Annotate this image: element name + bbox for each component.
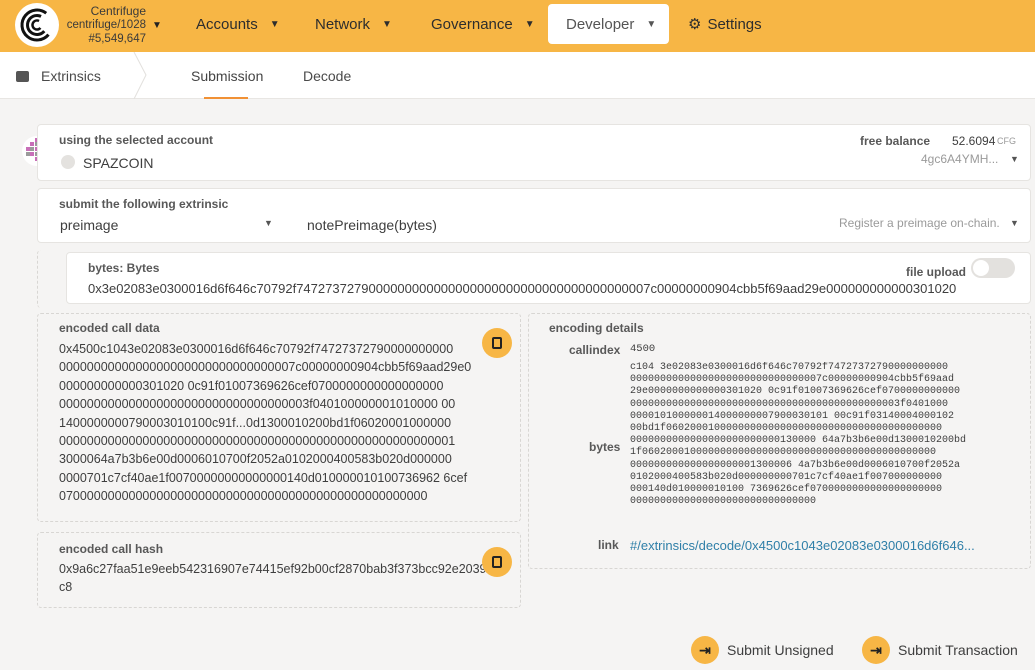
hex-line: 0000701c7cf40ae1f00700000000000000140d01…	[59, 470, 468, 485]
hex-line: 000000000000000000000000000000000003f040…	[59, 397, 456, 412]
breadcrumb-chevron-icon	[133, 52, 147, 99]
account-selector[interactable]: using the selected account SPAZCOIN free…	[37, 124, 1031, 181]
caret-down-icon[interactable]: ▼	[152, 20, 162, 31]
tab-extrinsics-section: Extrinsics	[16, 68, 101, 84]
hex-line: 1400000000790003010100c91f...0d130001020…	[59, 415, 452, 430]
caret-down-icon[interactable]: ▼	[264, 218, 273, 228]
extrinsic-label: submit the following extrinsic	[59, 197, 229, 211]
chain-block: #5,549,647	[88, 33, 146, 45]
extrinsic-selector: submit the following extrinsic preimage …	[37, 188, 1031, 243]
pallet-select[interactable]: preimage	[60, 217, 118, 233]
nav-settings[interactable]: ⚙ Settings	[688, 4, 762, 44]
hex-line: 00bd1f0602000100000000000000000000000000…	[630, 423, 943, 435]
hex-line: 000010100000014000000007900030101 00c91f…	[630, 410, 955, 422]
nav-developer-label: Developer	[566, 15, 635, 33]
hex-line: 1f06020001000000000000000000000000000000…	[630, 447, 937, 459]
bytes-label: bytes	[589, 440, 621, 454]
hex-line: 000000000000000000001300006 4a7b3b6e00d0…	[630, 459, 961, 471]
submit-transaction-button[interactable]: ⇥ Submit Transaction	[862, 634, 1018, 666]
extrinsics-icon	[16, 70, 29, 82]
sub-tabs-bar: Extrinsics Submission Decode	[0, 52, 1035, 99]
hex-line: 000000000000301020 0c91f01007369626cef07…	[59, 378, 444, 393]
caret-down-icon[interactable]: ▼	[1010, 218, 1019, 228]
file-upload-toggle[interactable]	[971, 258, 1015, 278]
encoding-details-label: encoding details	[549, 321, 644, 335]
nav-governance-label: Governance	[431, 15, 513, 33]
hex-line: 29e0000000000000301020 0c91f01007369626c…	[630, 386, 961, 398]
method-select[interactable]: notePreimage(bytes)	[307, 217, 437, 233]
callindex-label: callindex	[569, 343, 621, 357]
nav-settings-label: Settings	[707, 15, 762, 33]
link-label: link	[598, 538, 619, 552]
sign-in-icon: ⇥	[862, 636, 890, 664]
callindex-value: 4500	[630, 343, 656, 355]
encoded-call-hash-value[interactable]: 0x9a6c27faa51e9eeb542316907e74415ef92b00…	[59, 560, 489, 597]
file-upload-label: file upload	[906, 265, 966, 279]
bytes-param-label: bytes: Bytes	[88, 261, 160, 275]
hex-line: 0x4500c1043e02083e0300016d6f646c70792f74…	[59, 342, 454, 356]
active-tab-indicator	[204, 97, 248, 99]
bytes-param-field[interactable]: bytes: Bytes file upload 0x3e02083e03000…	[66, 252, 1031, 304]
free-balance-value: 52.6094	[952, 134, 996, 148]
bytes-param-input[interactable]: 0x3e02083e0300016d6f646c70792f7472737279…	[88, 281, 1018, 296]
hex-line: 0000000000000000000000000000000	[630, 496, 817, 508]
bytes-value: c104 3e02083e0300016d6f646c70792f7472737…	[630, 362, 1000, 508]
account-address: 4gc6A4YMH...	[921, 152, 999, 166]
copy-icon[interactable]	[482, 547, 512, 577]
sign-in-icon: ⇥	[691, 636, 719, 664]
hex-line: 00000000000000000000000000000007c0000000…	[630, 374, 955, 386]
nav-governance[interactable]: Governance ▼	[431, 4, 535, 44]
hex-line: 0000000000000000000000000130000 64a7b3b6…	[630, 435, 967, 447]
caret-down-icon: ▼	[382, 18, 392, 30]
hex-line: 0000000000000000000000000000000007c00000…	[59, 360, 472, 375]
nav-accounts[interactable]: Accounts ▼	[196, 4, 280, 44]
caret-down-icon: ▼	[646, 18, 657, 30]
centrifuge-logo-icon[interactable]	[15, 3, 59, 47]
copy-icon[interactable]	[482, 328, 512, 358]
gear-icon: ⚙	[688, 16, 702, 33]
nav-network-label: Network	[315, 15, 371, 33]
hex-line: 0000000000000000000000000000000000000000…	[59, 434, 456, 449]
encoding-details-panel: encoding details callindex 4500 bytes c1…	[528, 313, 1031, 569]
minus-circle-icon	[61, 155, 75, 169]
hex-line: 0700000000000000000000000000000000000000…	[59, 489, 428, 504]
hex-line: c104 3e02083e0300016d6f646c70792f7472737…	[630, 362, 949, 373]
free-balance-unit: CFG	[997, 136, 1016, 146]
encoded-call-data-label: encoded call data	[59, 321, 160, 335]
nav-developer[interactable]: Developer ▼	[548, 4, 669, 44]
encoded-call-data-panel: encoded call data 0x4500c1043e02083e0300…	[37, 313, 521, 522]
method-description: Register a preimage on-chain.	[839, 216, 1000, 230]
encoded-call-hash-label: encoded call hash	[59, 542, 164, 556]
nav-accounts-label: Accounts	[196, 15, 258, 33]
top-navbar: Centrifuge centrifuge/1028 #5,549,647 ▼ …	[0, 0, 1035, 52]
section-title: Extrinsics	[41, 68, 101, 84]
hex-line: 000140d010000010100 7369626cef0700000000…	[630, 484, 943, 496]
encoded-call-data-value[interactable]: 0x4500c1043e02083e0300016d6f646c70792f74…	[59, 340, 489, 506]
decode-link[interactable]: #/extrinsics/decode/0x4500c1043e02083e03…	[630, 538, 975, 553]
chain-spec: centrifuge/1028	[66, 19, 146, 31]
caret-down-icon: ▼	[524, 18, 535, 30]
submit-unsigned-label: Submit Unsigned	[727, 642, 834, 658]
tab-submission[interactable]: Submission	[191, 68, 263, 84]
tab-decode[interactable]: Decode	[303, 68, 351, 84]
account-name: SPAZCOIN	[83, 155, 154, 171]
hex-line: 0000000000000000000000000000000000000000…	[630, 398, 949, 410]
nav-network[interactable]: Network ▼	[315, 4, 392, 44]
submit-transaction-label: Submit Transaction	[898, 642, 1018, 658]
toggle-knob	[973, 260, 989, 276]
encoded-call-hash-panel: encoded call hash 0x9a6c27faa51e9eeb5423…	[37, 532, 521, 608]
chain-info[interactable]: Centrifuge centrifuge/1028 #5,549,647	[64, 4, 146, 46]
hex-line: 0102000400583b020d000000000701c7cf40ae1f…	[630, 471, 943, 483]
account-label: using the selected account	[59, 133, 214, 147]
submit-unsigned-button[interactable]: ⇥ Submit Unsigned	[691, 634, 834, 666]
chain-name: Centrifuge	[90, 4, 146, 18]
caret-down-icon[interactable]: ▼	[1010, 154, 1019, 164]
caret-down-icon: ▼	[269, 18, 280, 30]
free-balance-label: free balance	[860, 134, 931, 148]
hex-line: 3000064a7b3b6e00d0006010700f2052a0102000…	[59, 452, 452, 467]
